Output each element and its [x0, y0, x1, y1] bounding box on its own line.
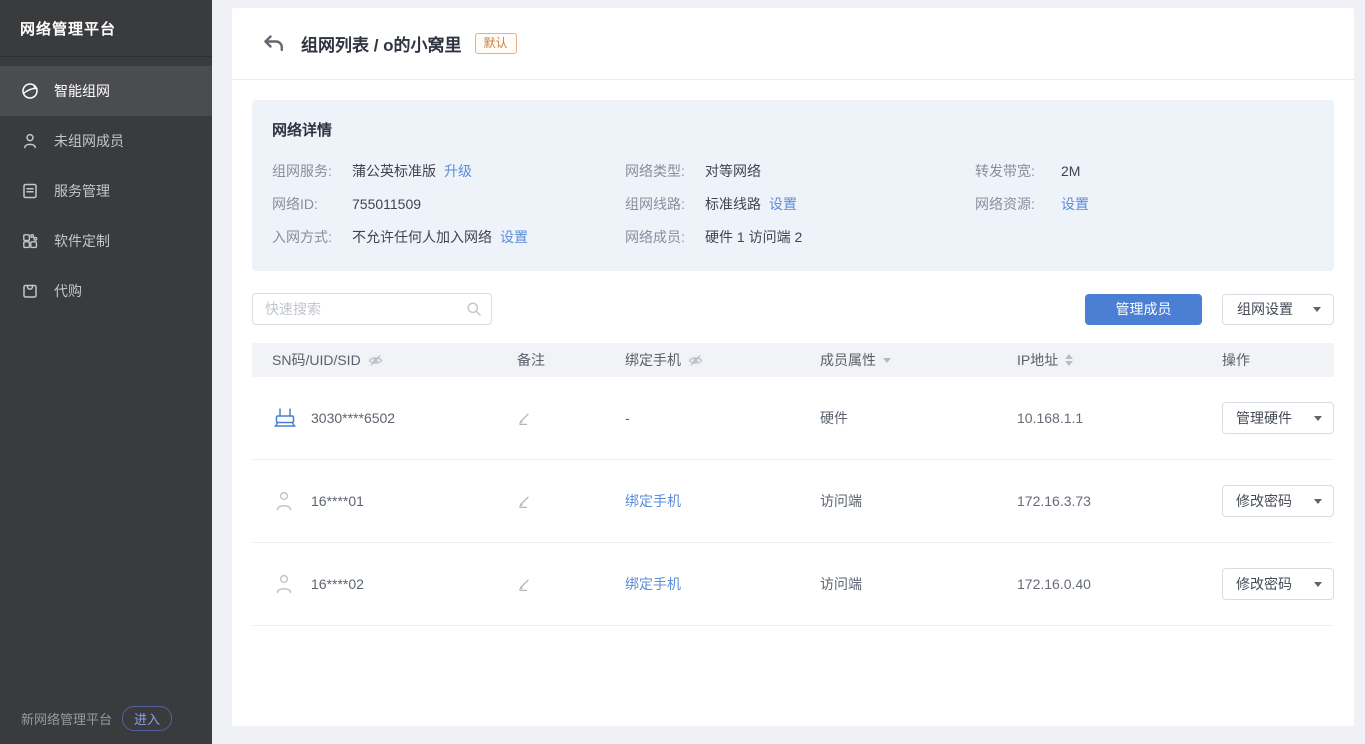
header-remark: 备注 — [517, 350, 545, 370]
network-settings-label: 组网设置 — [1237, 299, 1293, 319]
network-globe-icon — [21, 82, 39, 100]
edit-remark-icon[interactable] — [517, 577, 532, 592]
table-row: 16****01 绑定手机 访问端 172.16.3.73 — [252, 460, 1334, 543]
details-title: 网络详情 — [272, 119, 1314, 140]
service-value: 蒲公英标准版 — [352, 161, 436, 181]
line-settings-link[interactable]: 设置 — [769, 194, 797, 214]
sidebar-item-label: 代购 — [54, 281, 82, 301]
app-title: 网络管理平台 — [0, 0, 212, 57]
action-label: 管理硬件 — [1236, 408, 1292, 428]
bind-phone-value: - — [625, 410, 630, 426]
edit-remark-icon[interactable] — [517, 494, 532, 509]
content-card: 组网列表 / o的小窝里 默认 网络详情 组网服务: 蒲公英标准版 升级 网络I… — [232, 8, 1354, 726]
eye-off-icon[interactable] — [688, 353, 703, 368]
sidebar-item-label: 软件定制 — [54, 231, 110, 251]
edit-remark-icon[interactable] — [517, 411, 532, 426]
header-actions: 操作 — [1222, 350, 1250, 370]
default-badge: 默认 — [475, 33, 517, 54]
bandwidth-value: 2M — [1061, 163, 1080, 179]
sidebar-item-ungrouped-members[interactable]: 未组网成员 — [0, 116, 212, 166]
sidebar-item-label: 智能组网 — [54, 81, 110, 101]
sidebar-item-software-customization[interactable]: 软件定制 — [0, 216, 212, 266]
join-mode-label: 入网方式: — [272, 227, 352, 247]
members-table: SN码/UID/SID 备注 绑定手机 — [252, 343, 1334, 626]
member-sn: 16****01 — [311, 493, 364, 509]
new-platform-label: 新网络管理平台 — [21, 709, 112, 728]
person-icon — [21, 132, 39, 150]
network-details-panel: 网络详情 组网服务: 蒲公英标准版 升级 网络ID: 755011509 — [252, 100, 1334, 271]
bag-icon — [21, 282, 39, 300]
toolbar: 管理成员 组网设置 — [252, 293, 1334, 325]
table-row: 16****02 绑定手机 访问端 172.16.0.40 — [252, 543, 1334, 626]
sidebar-item-label: 服务管理 — [54, 181, 110, 201]
upgrade-link[interactable]: 升级 — [444, 161, 472, 181]
sidebar-item-label: 未组网成员 — [54, 131, 124, 151]
search-icon[interactable] — [466, 301, 482, 317]
members-label: 网络成员: — [625, 227, 705, 247]
chevron-down-icon — [1314, 416, 1322, 421]
router-icon — [272, 406, 298, 430]
search-box — [252, 293, 492, 325]
eye-off-icon[interactable] — [368, 353, 383, 368]
user-icon — [272, 489, 298, 513]
member-sn: 3030****6502 — [311, 410, 395, 426]
member-type: 访问端 — [820, 491, 862, 511]
change-password-button[interactable]: 修改密码 — [1222, 485, 1334, 517]
table-header-row: SN码/UID/SID 备注 绑定手机 — [252, 343, 1334, 377]
main-area: 组网列表 / o的小窝里 默认 网络详情 组网服务: 蒲公英标准版 升级 网络I… — [212, 0, 1365, 744]
table-row: 3030****6502 - 硬件 10.168.1.1 — [252, 377, 1334, 460]
member-ip: 10.168.1.1 — [1017, 410, 1083, 426]
line-label: 组网线路: — [625, 194, 705, 214]
grid-icon — [21, 232, 39, 250]
sidebar: 网络管理平台 智能组网 未组网成员 — [0, 0, 212, 744]
enter-new-platform-button[interactable]: 进入 — [122, 706, 172, 731]
sidebar-item-service-management[interactable]: 服务管理 — [0, 166, 212, 216]
sidebar-item-smart-networking[interactable]: 智能组网 — [0, 66, 212, 116]
manage-hardware-button[interactable]: 管理硬件 — [1222, 402, 1334, 434]
back-icon[interactable] — [262, 33, 286, 55]
chevron-down-icon — [1314, 499, 1322, 504]
document-icon — [21, 182, 39, 200]
line-value: 标准线路 — [705, 194, 761, 214]
header-bind-phone: 绑定手机 — [625, 350, 681, 370]
chevron-down-icon — [1314, 582, 1322, 587]
manage-members-button[interactable]: 管理成员 — [1085, 294, 1202, 325]
chevron-down-icon — [1313, 307, 1321, 312]
join-mode-value: 不允许任何人加入网络 — [352, 227, 492, 247]
change-password-button[interactable]: 修改密码 — [1222, 568, 1334, 600]
header-sn: SN码/UID/SID — [272, 350, 361, 370]
action-label: 修改密码 — [1236, 574, 1292, 594]
search-input[interactable] — [252, 293, 492, 325]
action-label: 修改密码 — [1236, 491, 1292, 511]
header-ip: IP地址 — [1017, 350, 1058, 370]
member-ip: 172.16.0.40 — [1017, 576, 1091, 592]
header-member-type: 成员属性 — [820, 350, 876, 370]
sidebar-item-purchasing[interactable]: 代购 — [0, 266, 212, 316]
breadcrumb: 组网列表 / o的小窝里 — [301, 31, 462, 56]
members-value: 硬件 1 访问端 2 — [705, 227, 802, 247]
user-icon — [272, 572, 298, 596]
bandwidth-label: 转发带宽: — [975, 161, 1061, 181]
resource-label: 网络资源: — [975, 194, 1061, 214]
sidebar-menu: 智能组网 未组网成员 服务管理 — [0, 57, 212, 316]
bind-phone-link[interactable]: 绑定手机 — [625, 491, 681, 511]
network-settings-dropdown[interactable]: 组网设置 — [1222, 294, 1334, 325]
member-ip: 172.16.3.73 — [1017, 493, 1091, 509]
bind-phone-link[interactable]: 绑定手机 — [625, 574, 681, 594]
resource-settings-link[interactable]: 设置 — [1061, 194, 1089, 214]
service-label: 组网服务: — [272, 161, 352, 181]
filter-caret-icon[interactable] — [883, 358, 891, 363]
network-type-value: 对等网络 — [705, 161, 761, 181]
network-id-label: 网络ID: — [272, 194, 352, 214]
network-type-label: 网络类型: — [625, 161, 705, 181]
card-body: 网络详情 组网服务: 蒲公英标准版 升级 网络ID: 755011509 — [232, 80, 1354, 726]
sort-icon[interactable] — [1065, 354, 1073, 366]
member-type: 硬件 — [820, 408, 848, 428]
network-id-value: 755011509 — [352, 196, 421, 212]
page-header: 组网列表 / o的小窝里 默认 — [232, 8, 1354, 80]
member-type: 访问端 — [820, 574, 862, 594]
member-sn: 16****02 — [311, 576, 364, 592]
join-mode-settings-link[interactable]: 设置 — [500, 227, 528, 247]
sidebar-footer: 新网络管理平台 进入 — [21, 706, 172, 731]
